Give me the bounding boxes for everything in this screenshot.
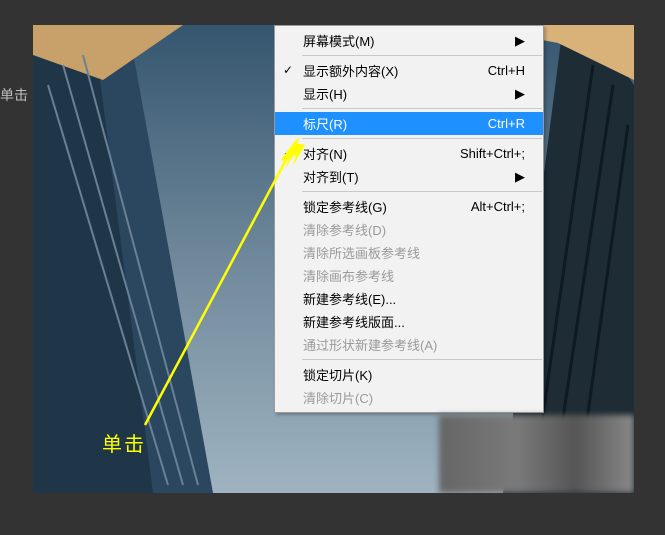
menu-label: 对齐到(T) <box>303 167 505 186</box>
menu-item-screen-mode[interactable]: 屏幕模式(M) ▶ <box>275 29 543 52</box>
annotation-text: 单击 <box>102 428 146 457</box>
menu-separator <box>302 138 542 139</box>
external-label: 单击 <box>0 85 28 105</box>
menu-separator <box>302 108 542 109</box>
menu-shortcut: Ctrl+H <box>488 63 525 78</box>
menu-item-lock-guides[interactable]: 锁定参考线(G) Alt+Ctrl+; <box>275 195 543 218</box>
menu-label: 清除所选画板参考线 <box>303 243 525 262</box>
submenu-arrow-icon: ▶ <box>505 169 525 185</box>
menu-item-new-guide-layout[interactable]: 新建参考线版面... <box>275 310 543 333</box>
redacted-region <box>439 415 634 493</box>
menu-label: 显示(H) <box>303 84 505 103</box>
menu-separator <box>302 55 542 56</box>
menu-item-rulers[interactable]: 标尺(R) Ctrl+R <box>275 112 543 135</box>
menu-label: 新建参考线版面... <box>303 312 525 331</box>
menu-label: 清除画布参考线 <box>303 266 525 285</box>
menu-item-show[interactable]: 显示(H) ▶ <box>275 82 543 105</box>
menu-shortcut: Alt+Ctrl+; <box>471 199 525 214</box>
menu-label: 清除参考线(D) <box>303 220 525 239</box>
menu-label: 显示额外内容(X) <box>303 61 476 80</box>
menu-separator <box>302 359 542 360</box>
menu-item-snap[interactable]: ✓ 对齐(N) Shift+Ctrl+; <box>275 142 543 165</box>
menu-item-clear-guides: 清除参考线(D) <box>275 218 543 241</box>
menu-item-snap-to[interactable]: 对齐到(T) ▶ <box>275 165 543 188</box>
menu-label: 对齐(N) <box>303 144 448 163</box>
menu-item-clear-slices: 清除切片(C) <box>275 386 543 409</box>
menu-item-new-guide-from-shape: 通过形状新建参考线(A) <box>275 333 543 356</box>
menu-label: 屏幕模式(M) <box>303 31 505 50</box>
menu-item-show-extras[interactable]: ✓ 显示额外内容(X) Ctrl+H <box>275 59 543 82</box>
submenu-arrow-icon: ▶ <box>505 86 525 102</box>
check-icon: ✓ <box>283 145 293 161</box>
menu-label: 标尺(R) <box>303 114 476 133</box>
menu-shortcut: Shift+Ctrl+; <box>460 146 525 161</box>
view-context-menu: 屏幕模式(M) ▶ ✓ 显示额外内容(X) Ctrl+H 显示(H) ▶ 标尺(… <box>274 25 544 413</box>
menu-item-clear-artboard-guides: 清除所选画板参考线 <box>275 241 543 264</box>
menu-item-new-guide[interactable]: 新建参考线(E)... <box>275 287 543 310</box>
menu-label: 通过形状新建参考线(A) <box>303 335 525 354</box>
menu-label: 清除切片(C) <box>303 388 525 407</box>
menu-label: 锁定切片(K) <box>303 365 525 384</box>
menu-shortcut: Ctrl+R <box>488 116 525 131</box>
check-icon: ✓ <box>283 62 293 78</box>
menu-label: 新建参考线(E)... <box>303 289 525 308</box>
menu-item-lock-slices[interactable]: 锁定切片(K) <box>275 363 543 386</box>
menu-separator <box>302 191 542 192</box>
menu-item-clear-canvas-guides: 清除画布参考线 <box>275 264 543 287</box>
menu-label: 锁定参考线(G) <box>303 197 459 216</box>
image-canvas: 屏幕模式(M) ▶ ✓ 显示额外内容(X) Ctrl+H 显示(H) ▶ 标尺(… <box>33 25 634 493</box>
submenu-arrow-icon: ▶ <box>505 33 525 49</box>
